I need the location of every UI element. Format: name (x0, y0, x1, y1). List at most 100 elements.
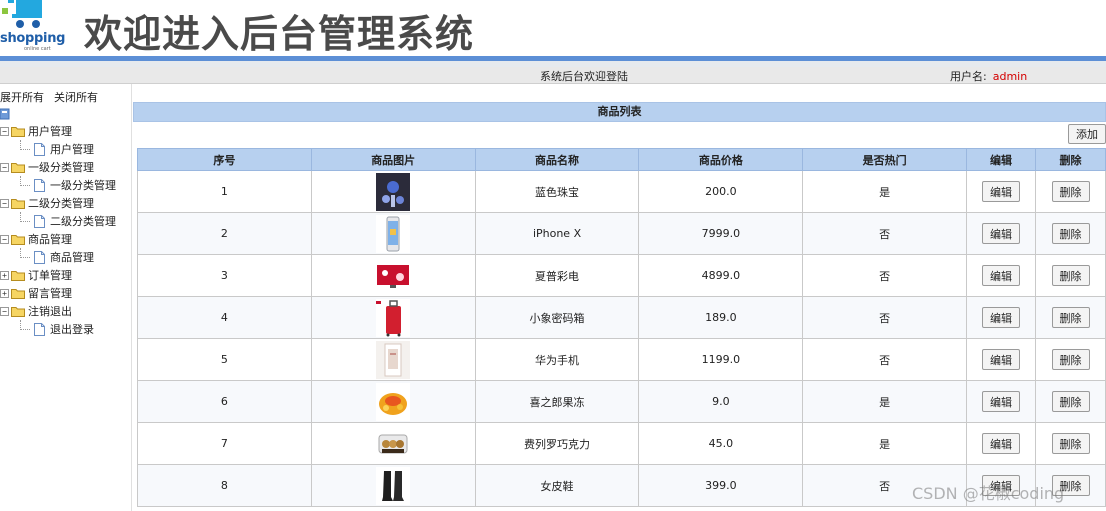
shopping-cart-icon (2, 0, 42, 28)
edit-button[interactable]: 编辑 (982, 223, 1021, 244)
cell-edit: 编辑 (966, 296, 1037, 339)
document-icon (34, 322, 45, 336)
cell-price: 200.0 (638, 170, 804, 213)
sidebar-group[interactable]: − 一级分类管理 (0, 158, 94, 176)
col-image-header: 商品图片 (310, 148, 476, 171)
table-row: 4 小象密码箱 189.0 否编辑 删除 (137, 296, 1106, 339)
cell-index: 8 (137, 464, 312, 507)
collapse-icon[interactable]: − (0, 306, 9, 316)
welcome-text: 系统后台欢迎登陆 (540, 70, 628, 83)
user-info: 用户名: admin (950, 68, 1027, 84)
user-label: 用户名: (950, 70, 987, 83)
cell-image (310, 338, 476, 381)
product-thumbnail (376, 340, 411, 379)
cell-hot: 否 (802, 212, 968, 255)
add-button[interactable]: 添加 (1068, 124, 1106, 144)
collapse-icon[interactable]: − (0, 198, 9, 208)
sidebar-group-label: 商品管理 (28, 233, 72, 246)
cell-price: 45.0 (638, 422, 804, 465)
tree-connector (16, 248, 34, 266)
sidebar-group[interactable]: − 用户管理 (0, 122, 72, 140)
expand-icon[interactable]: + (0, 288, 9, 298)
sidebar-group-label: 订单管理 (28, 269, 72, 282)
product-thumbnail (376, 214, 411, 253)
cell-hot: 是 (802, 170, 968, 213)
collapse-icon[interactable]: − (0, 126, 9, 136)
document-icon (34, 178, 45, 192)
delete-button[interactable]: 删除 (1051, 181, 1090, 202)
cell-index: 2 (137, 212, 312, 255)
delete-button[interactable]: 删除 (1051, 349, 1090, 370)
cell-image (310, 464, 476, 507)
sidebar-group[interactable]: + 留言管理 (0, 284, 72, 302)
cell-name: 小象密码箱 (474, 296, 640, 339)
cell-delete: 删除 (1035, 380, 1106, 423)
expand-icon[interactable]: + (0, 270, 9, 280)
logo-subtitle: online cart (24, 46, 51, 52)
site-title: 欢迎进入后台管理系统 (84, 12, 475, 56)
list-title: 商品列表 (133, 102, 1106, 122)
edit-button[interactable]: 编辑 (982, 181, 1021, 202)
cell-price: 7999.0 (638, 212, 804, 255)
col-hot-header: 是否热门 (802, 148, 968, 171)
product-thumbnail (376, 256, 411, 295)
cell-image (310, 296, 476, 339)
product-thumbnail (376, 466, 411, 505)
folder-icon (11, 288, 25, 299)
delete-button[interactable]: 删除 (1051, 223, 1090, 244)
cell-price: 4899.0 (638, 254, 804, 297)
cell-index: 6 (137, 380, 312, 423)
product-table: 序号 商品图片 商品名称 商品价格 是否热门 编辑 删除 1 蓝色珠宝 200.0 是… (137, 148, 1106, 507)
col-edit-header: 编辑 (966, 148, 1037, 171)
cell-edit: 编辑 (966, 212, 1037, 255)
table-header-row: 序号 商品图片 商品名称 商品价格 是否热门 编辑 删除 (137, 148, 1106, 171)
delete-button[interactable]: 删除 (1051, 433, 1090, 454)
sidebar-group[interactable]: + 订单管理 (0, 266, 72, 284)
delete-button[interactable]: 删除 (1051, 265, 1090, 286)
cell-name: 喜之郎果冻 (474, 380, 640, 423)
sidebar-item[interactable]: 商品管理 (0, 248, 94, 266)
delete-button[interactable]: 删除 (1051, 307, 1090, 328)
sidebar-group-label: 注销退出 (28, 305, 72, 318)
collapse-all-link[interactable]: 关闭所有 (54, 91, 98, 104)
edit-button[interactable]: 编辑 (982, 433, 1021, 454)
sidebar-item[interactable]: 二级分类管理 (0, 212, 116, 230)
sidebar-group-label: 留言管理 (28, 287, 72, 300)
cell-name: 蓝色珠宝 (474, 170, 640, 213)
cell-name: 华为手机 (474, 338, 640, 381)
cell-image (310, 422, 476, 465)
document-icon (34, 142, 45, 156)
cell-edit: 编辑 (966, 422, 1037, 465)
table-row: 6 喜之郎果冻 9.0 是编辑 删除 (137, 380, 1106, 423)
sidebar-group[interactable]: − 注销退出 (0, 302, 72, 320)
edit-button[interactable]: 编辑 (982, 349, 1021, 370)
collapse-icon[interactable]: − (0, 162, 9, 172)
cell-hot: 否 (802, 254, 968, 297)
sidebar-group[interactable]: − 二级分类管理 (0, 194, 94, 212)
cell-edit: 编辑 (966, 338, 1037, 381)
username: admin (992, 70, 1028, 83)
sidebar-item[interactable]: 一级分类管理 (0, 176, 116, 194)
cell-delete: 删除 (1035, 338, 1106, 381)
cell-price: 1199.0 (638, 338, 804, 381)
document-icon (34, 214, 45, 228)
collapse-icon[interactable]: − (0, 234, 9, 244)
table-row: 1 蓝色珠宝 200.0 是编辑 删除 (137, 170, 1106, 213)
expand-all-link[interactable]: 展开所有 (0, 91, 44, 104)
tree-connector (16, 140, 34, 158)
sidebar-group[interactable]: − 商品管理 (0, 230, 72, 248)
edit-button[interactable]: 编辑 (982, 307, 1021, 328)
sidebar-item[interactable]: 退出登录 (0, 320, 94, 338)
folder-icon (11, 306, 25, 317)
tree-connector (16, 176, 34, 194)
edit-button[interactable]: 编辑 (982, 391, 1021, 412)
table-row: 3 夏普彩电 4899.0 否编辑 删除 (137, 254, 1106, 297)
edit-button[interactable]: 编辑 (982, 265, 1021, 286)
sidebar-group-label: 一级分类管理 (28, 161, 94, 174)
cell-hot: 否 (802, 296, 968, 339)
cell-index: 1 (137, 170, 312, 213)
sidebar-item-label: 一级分类管理 (50, 179, 116, 192)
cell-price: 189.0 (638, 296, 804, 339)
delete-button[interactable]: 删除 (1051, 391, 1090, 412)
sidebar-item[interactable]: 用户管理 (0, 140, 94, 158)
